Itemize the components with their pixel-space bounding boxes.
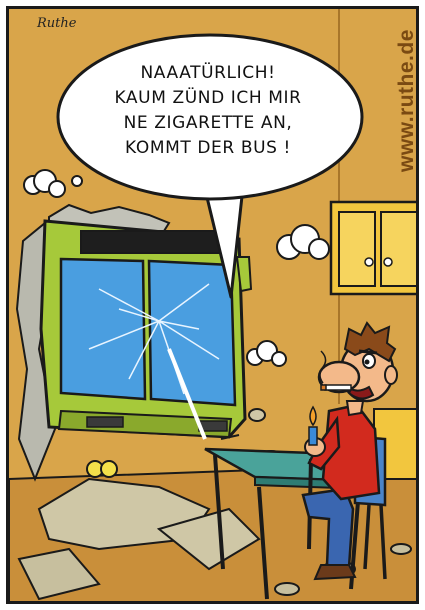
comic-panel: NAAATÜRLICH! KAUM ZÜND ICH MIR NE ZIGARE…	[6, 6, 419, 604]
speech-bubble-text: NAAATÜRLICH! KAUM ZÜND ICH MIR NE ZIGARE…	[114, 63, 302, 158]
website-label: www.ruthe.de	[395, 29, 418, 172]
artist-signature: Ruthe	[37, 16, 77, 31]
cigarette-icon	[320, 384, 352, 391]
